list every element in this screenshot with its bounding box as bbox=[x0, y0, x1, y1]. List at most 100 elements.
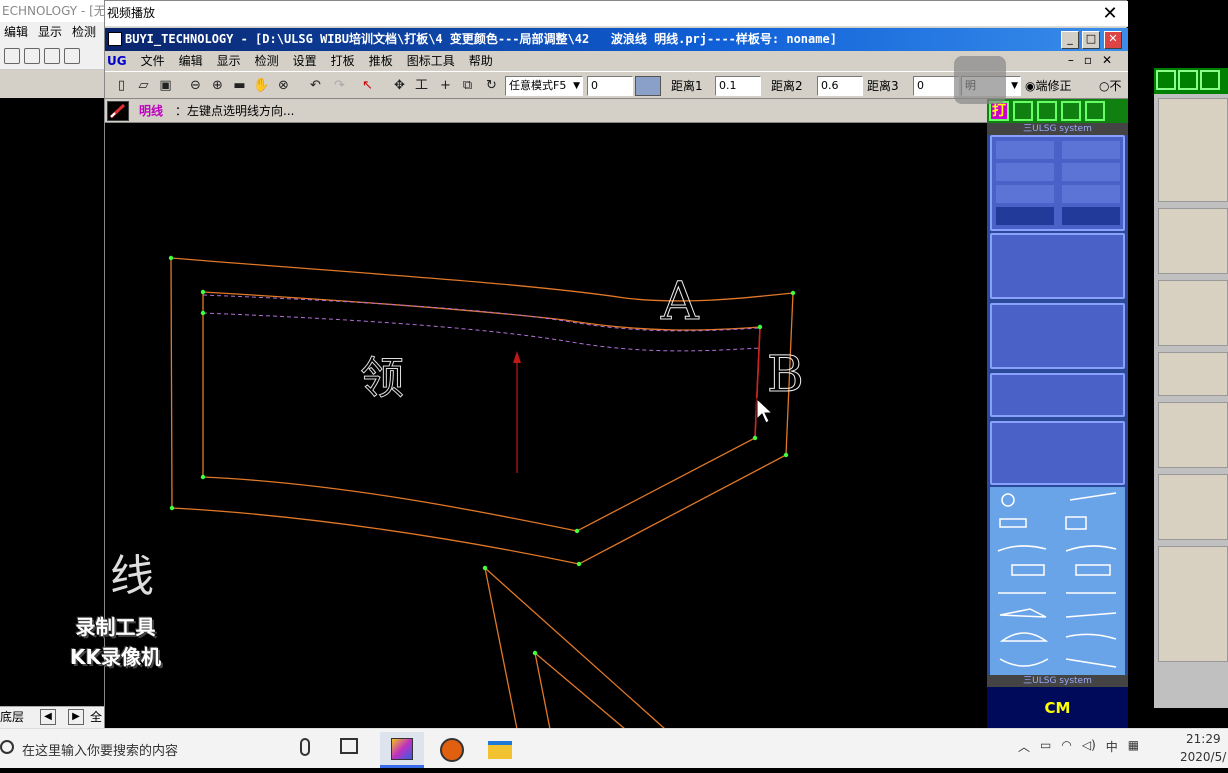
move-point-icon[interactable]: ✥ bbox=[391, 77, 408, 94]
menu-edit[interactable]: 编辑 bbox=[179, 51, 203, 71]
bg-knife-tool[interactable] bbox=[1158, 280, 1228, 346]
rotate-icon[interactable]: ↻ bbox=[483, 77, 500, 94]
save-icon[interactable]: ▣ bbox=[157, 77, 174, 94]
tab-point-icon[interactable] bbox=[1037, 101, 1057, 121]
cm-unit-button[interactable]: CM bbox=[987, 687, 1128, 729]
taskbar-app-cad[interactable] bbox=[380, 732, 424, 768]
bg-menu-item[interactable]: 编辑 bbox=[4, 22, 28, 42]
zoom-out-icon[interactable]: ⊖ bbox=[187, 77, 204, 94]
zoom-in-icon[interactable]: ⊕ bbox=[209, 77, 226, 94]
compass2-tool-icon[interactable] bbox=[1062, 185, 1120, 203]
fit-screen-icon[interactable]: ▬ bbox=[231, 77, 248, 94]
dist3-label: 距离3 bbox=[867, 79, 899, 93]
bg-menu-item[interactable]: 显示 bbox=[38, 22, 62, 42]
menu-pattern[interactable]: 打板 bbox=[331, 51, 355, 71]
maximize-button[interactable]: □ bbox=[1082, 31, 1100, 49]
pan-hand-icon[interactable]: ✋ bbox=[253, 77, 270, 94]
mode-select[interactable]: 任意模式F5 ▼ bbox=[505, 76, 583, 96]
no-fix-radio[interactable]: ○不 bbox=[1099, 76, 1122, 96]
menu-help[interactable]: 帮助 bbox=[469, 51, 493, 71]
next-arrow-icon[interactable]: ▶ bbox=[68, 709, 84, 725]
taskbar-search-input[interactable]: 在这里输入你要搜索的内容 bbox=[22, 740, 178, 759]
bg-tab-icon[interactable] bbox=[1156, 70, 1176, 90]
tab-red-icon[interactable] bbox=[1085, 101, 1105, 121]
clock-date[interactable]: 2020/5/ bbox=[1180, 750, 1226, 764]
ruler-tool-icon[interactable] bbox=[1062, 207, 1120, 225]
taskbar-app-explorer[interactable] bbox=[478, 732, 522, 768]
value-field[interactable]: 0 bbox=[587, 76, 633, 96]
hint-bar: 明线 ：左键点选明线方向... bbox=[105, 99, 987, 123]
drawing-canvas[interactable]: 领 A B bbox=[105, 123, 987, 729]
menu-view[interactable]: 显示 bbox=[217, 51, 241, 71]
menu-grade[interactable]: 推板 bbox=[369, 51, 393, 71]
tab-rect-icon[interactable] bbox=[1013, 101, 1033, 121]
zoom-out-icon[interactable] bbox=[4, 48, 20, 64]
point-b-label: B bbox=[767, 345, 804, 403]
volume-icon[interactable]: ◁) bbox=[1082, 738, 1096, 755]
keyboard-icon[interactable]: ▦ bbox=[1128, 738, 1139, 755]
bg-notch-tool[interactable] bbox=[1158, 352, 1228, 396]
zoom-in-icon[interactable] bbox=[24, 48, 40, 64]
dist1-field[interactable]: 0.1 bbox=[715, 76, 761, 96]
pencil-tool-icon[interactable] bbox=[996, 141, 1054, 159]
align-icon[interactable]: 工 bbox=[413, 77, 430, 94]
bg-piece-tool[interactable] bbox=[1158, 402, 1228, 468]
wifi-icon[interactable]: ◠ bbox=[1061, 738, 1071, 755]
pan-icon[interactable] bbox=[64, 48, 80, 64]
microphone-icon[interactable] bbox=[300, 738, 310, 756]
prev-arrow-icon[interactable]: ◀ bbox=[40, 709, 56, 725]
clock-time[interactable]: 21:29 bbox=[1186, 732, 1221, 746]
bg-pen-tools[interactable] bbox=[1158, 98, 1228, 202]
chevron-up-icon[interactable]: ︿ bbox=[1018, 738, 1030, 755]
sigma-tool-icon[interactable] bbox=[996, 163, 1054, 181]
end-fix-radio[interactable]: ◉端修正 bbox=[1025, 76, 1072, 96]
tape-tool-icon[interactable] bbox=[996, 207, 1054, 225]
app-icon bbox=[108, 32, 122, 46]
bg-dart-tool[interactable] bbox=[1158, 208, 1228, 274]
close-icon[interactable]: ✕ bbox=[1100, 4, 1120, 24]
undo-icon[interactable]: ↶ bbox=[307, 77, 324, 94]
dist3-field[interactable]: 0 bbox=[913, 76, 959, 96]
bg-tape-tool[interactable] bbox=[1158, 546, 1228, 662]
minimize-button[interactable]: _ bbox=[1061, 31, 1079, 49]
tab-pattern[interactable]: 打 bbox=[989, 101, 1009, 121]
add-point-icon[interactable]: + bbox=[437, 77, 454, 94]
zoom-window-icon[interactable]: ⊗ bbox=[275, 77, 292, 94]
fit-icon[interactable] bbox=[44, 48, 60, 64]
transform-icon[interactable]: ⧉ bbox=[459, 77, 476, 94]
menu-icon-tools[interactable]: 图标工具 bbox=[407, 51, 455, 71]
bg-tab-icon[interactable] bbox=[1178, 70, 1198, 90]
menu-check[interactable]: 检测 bbox=[255, 51, 279, 71]
apply-button[interactable] bbox=[635, 76, 661, 96]
tab-arrow-icon[interactable] bbox=[1061, 101, 1081, 121]
taskbar-app-recorder[interactable] bbox=[430, 732, 474, 768]
app-close-button[interactable]: ✕ bbox=[1104, 31, 1122, 49]
task-view-icon[interactable] bbox=[340, 738, 358, 754]
battery-icon[interactable]: ▭ bbox=[1040, 738, 1051, 755]
video-player-title: 视频播放 bbox=[105, 1, 1128, 27]
bg-basket-tool[interactable] bbox=[1158, 474, 1228, 540]
piece-label: 领 bbox=[360, 353, 404, 404]
mdi-controls[interactable]: –▫✕ bbox=[1068, 53, 1122, 67]
piece-tool[interactable] bbox=[990, 421, 1125, 485]
open-file-icon[interactable]: ▱ bbox=[135, 77, 152, 94]
arrow-line-tool-icon[interactable] bbox=[1062, 141, 1120, 159]
angle-tool-icon[interactable] bbox=[1062, 163, 1120, 181]
watermark-line2: KK录像机 bbox=[70, 645, 161, 669]
new-file-icon[interactable]: ▯ bbox=[113, 77, 130, 94]
menu-file[interactable]: 文件 bbox=[141, 51, 165, 71]
notch-tool[interactable] bbox=[990, 373, 1125, 417]
ime-indicator[interactable]: 中 bbox=[1106, 738, 1118, 755]
search-icon[interactable] bbox=[0, 740, 14, 754]
compass-tool-icon[interactable] bbox=[996, 185, 1054, 203]
select-arrow-icon[interactable]: ↖ bbox=[359, 77, 376, 94]
shape-tools-grid bbox=[990, 487, 1125, 675]
pattern-drawing: 领 A B bbox=[168, 255, 804, 729]
bg-tab-icon[interactable] bbox=[1200, 70, 1220, 90]
dist2-field[interactable]: 0.6 bbox=[817, 76, 863, 96]
menu-settings[interactable]: 设置 bbox=[293, 51, 317, 71]
dart-tool[interactable] bbox=[990, 233, 1125, 299]
redo-icon[interactable]: ↷ bbox=[331, 77, 348, 94]
bg-menu-item[interactable]: 检测 bbox=[72, 22, 96, 42]
scissors-tool[interactable] bbox=[990, 303, 1125, 369]
